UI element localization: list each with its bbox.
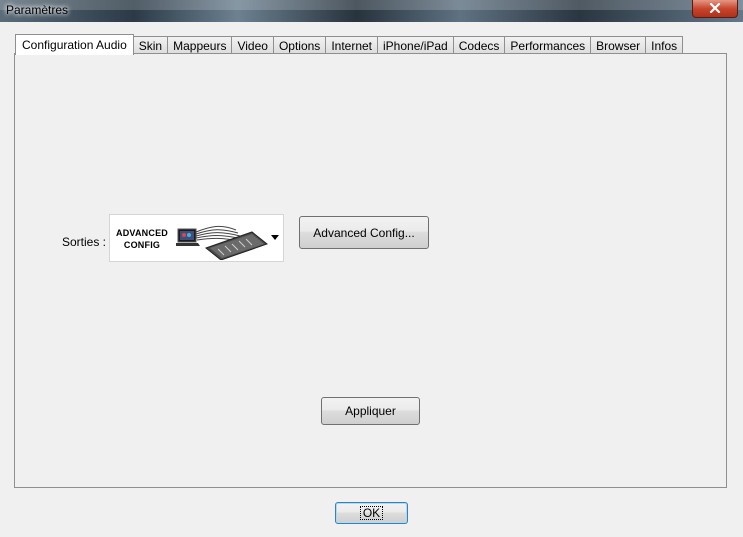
tab-skin[interactable]: Skin [133,36,169,54]
close-icon [709,3,721,13]
close-button[interactable] [692,0,738,18]
tab-infos[interactable]: Infos [646,36,684,54]
dialog-client-area: Configuration Audio Skin Mappeurs Video … [0,22,743,537]
tab-iphone-ipad[interactable]: iPhone/iPad [378,36,454,54]
tab-panel-configuration-audio: Sorties : ADVANCED CONFIG Advanced Confi… [14,53,727,488]
outputs-dropdown[interactable]: ADVANCED CONFIG [109,214,284,262]
tab-mappeurs[interactable]: Mappeurs [168,36,233,54]
ok-button[interactable]: OK [335,502,408,524]
tab-strip: Configuration Audio Skin Mappeurs Video … [15,34,684,55]
tab-panel-body: Sorties : ADVANCED CONFIG Advanced Confi… [15,54,726,487]
tab-codecs[interactable]: Codecs [453,36,506,54]
chevron-down-icon[interactable] [271,235,279,240]
outputs-label: Sorties : [62,235,107,249]
tab-performances[interactable]: Performances [505,36,592,54]
tab-internet[interactable]: Internet [326,36,379,54]
outputs-selected-line2: CONFIG [123,240,161,250]
title-bar[interactable]: Paramètres [0,0,743,22]
title-bar-shine [0,0,743,10]
tab-video[interactable]: Video [232,36,274,54]
advanced-config-button[interactable]: Advanced Config... [299,216,429,249]
window-title: Paramètres [6,3,69,17]
outputs-selected-line1: ADVANCED [116,228,168,238]
apply-button[interactable]: Appliquer [321,397,420,425]
laptop-mixer-icon [176,225,268,260]
ok-button-label: OK [359,506,384,520]
tab-browser[interactable]: Browser [591,36,647,54]
tab-options[interactable]: Options [273,36,327,54]
outputs-selected-value: ADVANCED CONFIG [113,227,171,251]
tab-configuration-audio[interactable]: Configuration Audio [15,34,134,55]
